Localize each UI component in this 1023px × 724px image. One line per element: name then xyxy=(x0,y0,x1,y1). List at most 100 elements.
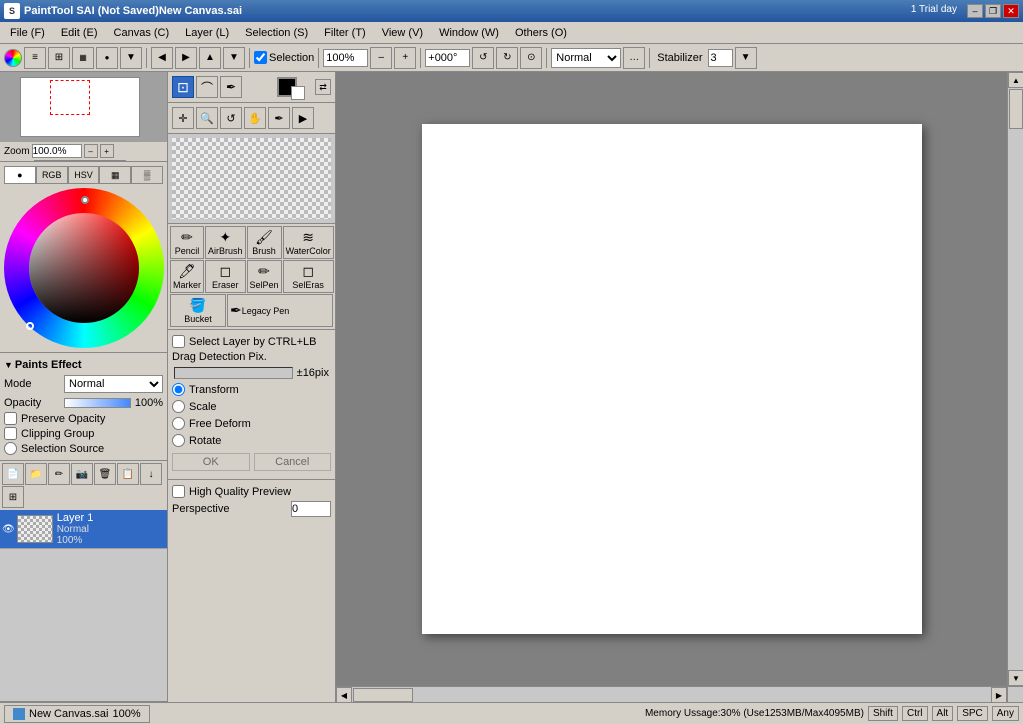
delete-layer-btn[interactable]: 🗑 xyxy=(94,463,116,485)
cancel-button[interactable]: Cancel xyxy=(254,453,332,471)
color-gradient-square[interactable] xyxy=(29,213,139,323)
background-color[interactable] xyxy=(291,86,305,100)
zoom-value-input[interactable] xyxy=(32,144,82,158)
rotate-cw-btn[interactable]: ↻ xyxy=(496,47,518,69)
menu-filter[interactable]: Filter (T) xyxy=(316,25,374,41)
seleras-tool-btn[interactable]: ◻ SelEras xyxy=(283,260,334,293)
layer-item[interactable]: 👁 Layer 1 Normal 100% xyxy=(0,510,167,549)
color-tab-swatches[interactable]: ▦ xyxy=(99,166,131,184)
color-tab-rgb[interactable]: RGB xyxy=(36,166,68,184)
menu-view[interactable]: View (V) xyxy=(374,25,431,41)
stabilizer-dropdown-btn[interactable]: ▼ xyxy=(735,47,757,69)
new-folder-btn[interactable]: 📁 xyxy=(25,463,47,485)
color-swatches-btn[interactable]: ▦ xyxy=(72,47,94,69)
brush-tool-btn[interactable]: 🖌 Brush xyxy=(247,226,282,259)
menu-window[interactable]: Window (W) xyxy=(431,25,507,41)
watercolor-tool-btn[interactable]: ≋ WaterColor xyxy=(283,226,334,259)
merge-down-btn[interactable]: ↓ xyxy=(140,463,162,485)
transform-radio[interactable] xyxy=(172,383,185,396)
perspective-input[interactable] xyxy=(291,501,331,517)
menu-others[interactable]: Others (O) xyxy=(507,25,575,41)
color-wheel-btn[interactable]: ● xyxy=(96,47,118,69)
zoom-plus-btn[interactable]: + xyxy=(394,47,416,69)
blend-options-btn[interactable]: … xyxy=(623,47,645,69)
v-scroll-thumb[interactable] xyxy=(1009,89,1023,129)
zoom-tool[interactable]: 🔍 xyxy=(196,107,218,129)
color-picker-btn[interactable]: ▼ xyxy=(120,47,142,69)
menu-canvas[interactable]: Canvas (C) xyxy=(106,25,178,41)
color-tab-wheel[interactable]: ● xyxy=(4,166,36,184)
rotate-ccw-btn[interactable]: ↺ xyxy=(472,47,494,69)
select-layer-ctrl-checkbox[interactable] xyxy=(172,335,185,348)
stabilizer-input[interactable] xyxy=(708,49,733,67)
color-lines-btn[interactable]: ≡ xyxy=(24,47,46,69)
free-deform-radio[interactable] xyxy=(172,417,185,430)
selpen-tool-btn[interactable]: ✏ SelPen xyxy=(247,260,282,293)
selection-checkbox-label[interactable]: Selection xyxy=(254,51,314,64)
magic-wand-tool[interactable]: ✒ xyxy=(220,76,242,98)
more-tool[interactable]: ▶ xyxy=(292,107,314,129)
zoom-minus-btn[interactable]: – xyxy=(370,47,392,69)
v-scroll-track[interactable] xyxy=(1008,88,1023,670)
color-tab-gray[interactable]: ▒ xyxy=(131,166,163,184)
rotation-input[interactable] xyxy=(425,49,470,67)
h-scroll-track[interactable] xyxy=(352,687,991,702)
mode-select[interactable]: Normal Multiply Screen xyxy=(64,375,163,393)
new-layer-btn[interactable]: 📄 xyxy=(2,463,24,485)
nav-canvas-preview[interactable] xyxy=(0,72,167,142)
copy-layer-btn[interactable]: 📋 xyxy=(117,463,139,485)
minimize-button[interactable]: – xyxy=(967,4,983,18)
hand-tool[interactable]: ✋ xyxy=(244,107,266,129)
move-tool[interactable]: ✛ xyxy=(172,107,194,129)
close-button[interactable]: ✕ xyxy=(1003,4,1019,18)
menu-file[interactable]: File (F) xyxy=(2,25,53,41)
selection-checkbox[interactable] xyxy=(254,51,267,64)
scroll-right-btn[interactable]: ▶ xyxy=(991,687,1007,702)
opacity-bar[interactable] xyxy=(64,398,131,408)
zoom-plus-small-btn[interactable]: + xyxy=(100,144,114,158)
nav-right-btn[interactable]: ▶ xyxy=(175,47,197,69)
clipping-group-checkbox[interactable] xyxy=(4,427,17,440)
menu-layer[interactable]: Layer (L) xyxy=(177,25,237,41)
angle-value-input[interactable] xyxy=(34,160,84,162)
angle-plus-btn[interactable]: ↻ xyxy=(98,160,112,162)
new-linework-btn[interactable]: ✏ xyxy=(48,463,70,485)
menu-edit[interactable]: Edit (E) xyxy=(53,25,106,41)
blend-mode-select[interactable]: Normal Multiply Screen Overlay xyxy=(551,48,621,68)
lasso-tool[interactable]: ⌒ xyxy=(196,76,218,98)
color-wheel-container[interactable] xyxy=(4,188,164,348)
rotate-tool[interactable]: ↺ xyxy=(220,107,242,129)
drag-bar[interactable] xyxy=(174,367,293,379)
capture-btn[interactable]: 📷 xyxy=(71,463,93,485)
nav-left-btn[interactable]: ◀ xyxy=(151,47,173,69)
vertical-scrollbar[interactable]: ▲ ▼ xyxy=(1007,72,1023,686)
canvas[interactable] xyxy=(422,124,922,634)
scroll-down-btn[interactable]: ▼ xyxy=(1008,670,1023,686)
high-quality-checkbox[interactable] xyxy=(172,485,185,498)
color-swap-btn[interactable]: ⇄ xyxy=(315,79,331,95)
color-circle-btn[interactable] xyxy=(4,49,22,67)
color-tab-hsv[interactable]: HSV xyxy=(68,166,100,184)
rotate-radio[interactable] xyxy=(172,434,185,447)
hue-indicator[interactable] xyxy=(81,196,89,204)
menu-selection[interactable]: Selection (S) xyxy=(237,25,316,41)
eraser-tool-btn[interactable]: ◻ Eraser xyxy=(205,260,246,293)
rect-select-tool[interactable]: ⊡ xyxy=(172,76,194,98)
scroll-up-btn[interactable]: ▲ xyxy=(1008,72,1023,88)
bucket-tool-btn[interactable]: 🪣 Bucket xyxy=(170,294,226,327)
selection-source-radio[interactable] xyxy=(4,442,17,455)
scroll-left-btn[interactable]: ◀ xyxy=(336,687,352,702)
scale-radio[interactable] xyxy=(172,400,185,413)
horizontal-scrollbar[interactable]: ◀ ▶ xyxy=(336,686,1007,702)
color-grid-btn[interactable]: ⊞ xyxy=(48,47,70,69)
canvas-tab[interactable]: New Canvas.sai 100% xyxy=(4,705,150,723)
nav-up-btn[interactable]: ▲ xyxy=(199,47,221,69)
zoom-minus-small-btn[interactable]: – xyxy=(84,144,98,158)
merge-all-btn[interactable]: ⊞ xyxy=(2,486,24,508)
canvas-viewport[interactable] xyxy=(336,72,1007,686)
angle-reset-btn[interactable]: ⊙ xyxy=(112,160,126,162)
preserve-opacity-checkbox[interactable] xyxy=(4,412,17,425)
h-scroll-thumb[interactable] xyxy=(353,688,413,702)
rotate-reset-btn[interactable]: ⊙ xyxy=(520,47,542,69)
restore-button[interactable]: ❐ xyxy=(985,4,1001,18)
